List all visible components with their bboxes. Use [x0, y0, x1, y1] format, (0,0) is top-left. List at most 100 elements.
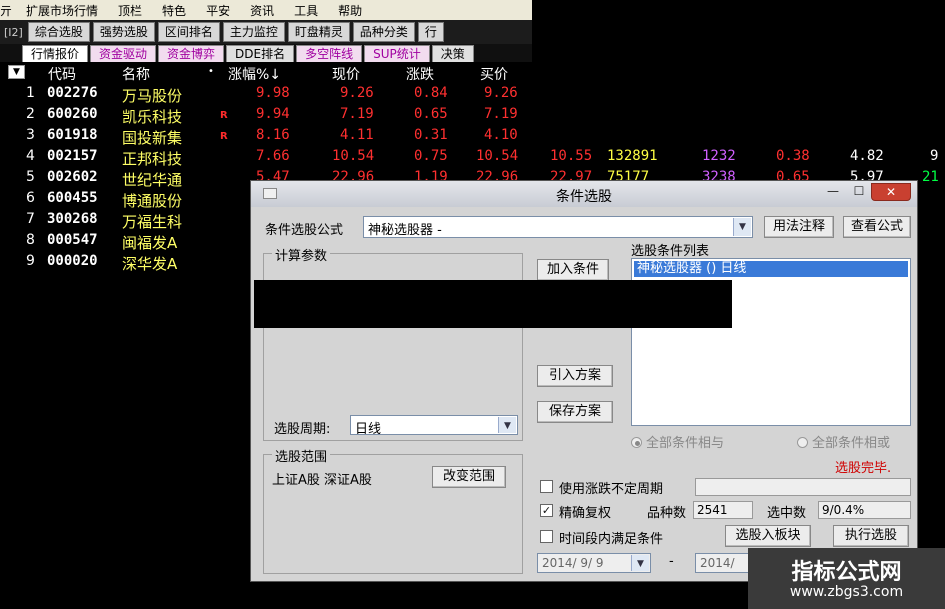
time-cond-checkbox[interactable] [540, 530, 553, 543]
run-select-button[interactable]: 执行选股 [833, 525, 909, 547]
column-header-bid[interactable]: 买价 [480, 64, 508, 84]
row-index: 5 [26, 169, 35, 185]
row-index: 8 [26, 232, 35, 248]
row-index: 1 [26, 85, 35, 101]
date-from-picker[interactable]: 2014/ 9/ 9 ▼ [537, 553, 651, 573]
condition-list-label: 选股条件列表 [631, 244, 710, 259]
stock-code: 000547 [47, 232, 98, 248]
toolbar-button-more[interactable]: 行 [417, 22, 444, 42]
menu-item-topbar[interactable]: 顶栏 [108, 2, 152, 19]
stock-name: 凯乐科技 [122, 108, 183, 126]
maximize-icon[interactable]: ☐ [847, 183, 871, 201]
sort-down-icon[interactable]: ▼ [8, 65, 25, 79]
adjust-label: 精确复权 [559, 506, 612, 521]
toolbar-button-composite-select[interactable]: 综合选股 [27, 22, 90, 42]
minimize-icon[interactable]: — [821, 183, 845, 201]
chevron-down-icon[interactable]: ▼ [631, 555, 649, 571]
change-scope-button[interactable]: 改变范围 [432, 466, 506, 488]
radio-unselected-icon[interactable] [797, 437, 808, 448]
toolbar-button-watch-genie[interactable]: 盯盘精灵 [287, 22, 350, 42]
column-header-dot: • [208, 66, 214, 77]
import-plan-button[interactable]: 引入方案 [537, 365, 613, 387]
stock-name: 正邦科技 [122, 150, 183, 168]
row-index: 7 [26, 211, 35, 227]
chevron-down-icon[interactable]: ▼ [733, 218, 751, 236]
stock-name: 国投新集 [122, 129, 183, 147]
change-cell: 0.65 [414, 106, 448, 122]
tab-quotes[interactable]: 行情报价 [22, 45, 89, 62]
column-header-change-pct[interactable]: 涨幅%↓ [228, 64, 281, 84]
period-select[interactable]: 日线 ▼ [350, 415, 518, 437]
formula-select[interactable]: 神秘选股器 - ▼ [363, 216, 753, 238]
change-pct-cell: 8.16 [256, 127, 290, 143]
stock-name: 万马股份 [122, 87, 183, 105]
date-from-value: 2014/ 9/ 9 [542, 556, 604, 570]
margin-flag: R [220, 110, 228, 121]
menu-item-features[interactable]: 特色 [152, 2, 196, 19]
table-row[interactable]: 2 600260 凯乐科技 R 9.94 7.19 0.65 7.19 [0, 104, 945, 126]
tab-decision[interactable]: 决策 [431, 45, 474, 62]
date-to-value: 2014/ [700, 556, 735, 570]
count-label: 品种数 [647, 506, 687, 521]
close-icon[interactable]: ✕ [871, 183, 911, 201]
tab-dde-rank[interactable]: DDE排名 [226, 45, 295, 62]
toolbar-button-range-rank[interactable]: 区间排名 [157, 22, 220, 42]
selected-value: 9/0.4% [818, 501, 911, 519]
extra-cell-3: 21 [922, 169, 939, 185]
params-group-label: 计算参数 [272, 245, 331, 264]
column-header-price[interactable]: 现价 [332, 64, 360, 84]
condition-list-item[interactable]: 神秘选股器 () 日线 [634, 261, 908, 277]
extra-cell-3: 9 [930, 148, 939, 164]
indef-period-field[interactable] [695, 478, 911, 496]
menu-item-pingan[interactable]: 平安 [196, 2, 240, 19]
stock-code: 002602 [47, 169, 98, 185]
menu-item-tools[interactable]: 工具 [284, 2, 328, 19]
stock-code: 600260 [47, 106, 98, 122]
save-plan-button[interactable]: 保存方案 [537, 401, 613, 423]
chevron-down-icon[interactable]: ▼ [498, 417, 516, 433]
stock-code: 300268 [47, 211, 98, 227]
indef-period-checkbox[interactable] [540, 480, 553, 493]
stock-name: 闽福发A [122, 234, 178, 252]
tab-long-short[interactable]: 多空阵线 [296, 45, 363, 62]
view-formula-button[interactable]: 查看公式 [843, 216, 911, 238]
stock-code: 002276 [47, 85, 98, 101]
margin-flag: R [220, 131, 228, 142]
table-row[interactable]: 4 002157 正邦科技 7.66 10.54 0.75 10.54 10.5… [0, 146, 945, 168]
menu-item-news[interactable]: 资讯 [240, 2, 284, 19]
radio-selected-icon[interactable] [631, 437, 642, 448]
table-row[interactable]: 3 601918 国投新集 R 8.16 4.11 0.31 4.10 [0, 125, 945, 147]
add-to-block-button[interactable]: 选股入板块 [725, 525, 811, 547]
extra-cell-2: 4.82 [850, 148, 884, 164]
stock-name: 博通股份 [122, 192, 183, 210]
tab-fund-drive[interactable]: 资金驱动 [90, 45, 157, 62]
usage-notes-button[interactable]: 用法注释 [764, 216, 834, 238]
dialog-title-bar[interactable]: 条件选股 — ☐ ✕ [251, 181, 917, 207]
status-text: 选股完毕. [835, 461, 892, 476]
add-condition-button[interactable]: 加入条件 [537, 259, 609, 281]
column-header-code[interactable]: 代码 [48, 64, 76, 84]
change-cell: 0.84 [414, 85, 448, 101]
menu-item-help[interactable]: 帮助 [328, 2, 372, 19]
row-index: 9 [26, 253, 35, 269]
toolbar-button-strong-select[interactable]: 强势选股 [92, 22, 155, 42]
radio-all-or[interactable]: 全部条件相或 [797, 432, 890, 451]
row-index: 2 [26, 106, 35, 122]
stock-code: 000020 [47, 253, 98, 269]
selected-label: 选中数 [767, 506, 807, 521]
adjust-checkbox[interactable]: ✓ [540, 504, 553, 517]
table-row[interactable]: 1 002276 万马股份 9.98 9.26 0.84 9.26 [0, 83, 945, 105]
extra-cell-1: 0.38 [776, 148, 810, 164]
tab-sup-stats[interactable]: SUP统计 [364, 45, 430, 62]
time-cond-label: 时间段内满足条件 [559, 532, 664, 547]
column-header-name[interactable]: 名称 [122, 64, 150, 84]
change-pct-cell: 9.98 [256, 85, 290, 101]
menu-item-lead[interactable]: 亓 [0, 2, 16, 19]
price-cell: 10.54 [332, 148, 375, 164]
toolbar-button-category[interactable]: 品种分类 [352, 22, 415, 42]
column-header-change[interactable]: 涨跌 [406, 64, 434, 84]
menu-item-extended-market[interactable]: 扩展市场行情 [16, 2, 108, 19]
radio-all-and[interactable]: 全部条件相与 [631, 432, 724, 451]
toolbar-button-main-monitor[interactable]: 主力监控 [222, 22, 285, 42]
tab-fund-game[interactable]: 资金博弈 [158, 45, 225, 62]
